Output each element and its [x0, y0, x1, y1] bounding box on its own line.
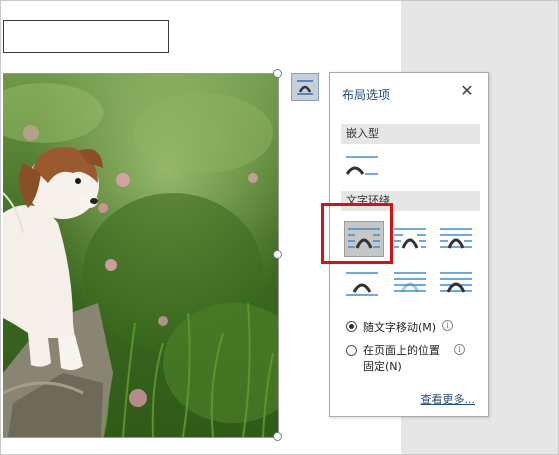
- see-more-link[interactable]: 查看更多...: [421, 391, 476, 407]
- wrap-through-option[interactable]: [438, 224, 474, 254]
- wrap-top-bottom-icon: [346, 272, 378, 296]
- move-with-text-radio[interactable]: [346, 321, 357, 332]
- pane-title: 布局选项: [342, 88, 391, 102]
- resize-handle-bottom-right[interactable]: [273, 432, 282, 441]
- text-box[interactable]: [3, 20, 169, 53]
- info-icon: i: [454, 344, 465, 355]
- document-window: 布局选项 ✕ 嵌入型 文字环绕 随文字移动(M) i 在页面上的位置 固定(N)…: [0, 0, 559, 455]
- info-icon: i: [442, 320, 454, 331]
- layout-options-icon: [297, 80, 313, 95]
- selection-border-top: [3, 73, 278, 74]
- layout-options-button[interactable]: [291, 73, 319, 101]
- fix-position-label-line2: 固定(N): [363, 360, 402, 373]
- resize-handle-top-right[interactable]: [273, 69, 282, 78]
- wrap-through-icon: [440, 228, 472, 249]
- in-front-of-text-option[interactable]: [438, 268, 474, 298]
- inline-section-header: 嵌入型: [341, 124, 480, 144]
- inline-with-text-option[interactable]: [344, 151, 380, 181]
- puppy-photo: [3, 73, 278, 437]
- move-with-text-option[interactable]: 随文字移动(M) i: [346, 319, 454, 335]
- behind-text-icon: [394, 272, 426, 293]
- wrap-tight-icon: [394, 228, 426, 249]
- puppy-picture[interactable]: [3, 73, 278, 437]
- fix-position-option[interactable]: 在页面上的位置 固定(N) i: [346, 343, 465, 375]
- fix-position-label-line1: 在页面上的位置: [363, 344, 440, 357]
- fix-position-label: 在页面上的位置 固定(N): [363, 343, 440, 375]
- wrap-top-bottom-option[interactable]: [344, 268, 380, 298]
- wrap-tight-option[interactable]: [392, 224, 428, 254]
- behind-text-option[interactable]: [392, 268, 428, 298]
- fix-position-radio[interactable]: [346, 345, 357, 356]
- resize-handle-right[interactable]: [273, 250, 282, 259]
- in-front-of-text-icon: [440, 272, 472, 293]
- highlight-annotation: [321, 203, 393, 264]
- close-icon[interactable]: ✕: [458, 82, 476, 100]
- inline-with-text-icon: [345, 156, 378, 175]
- selection-border-bottom: [3, 437, 278, 438]
- move-with-text-label: 随文字移动(M): [363, 321, 437, 334]
